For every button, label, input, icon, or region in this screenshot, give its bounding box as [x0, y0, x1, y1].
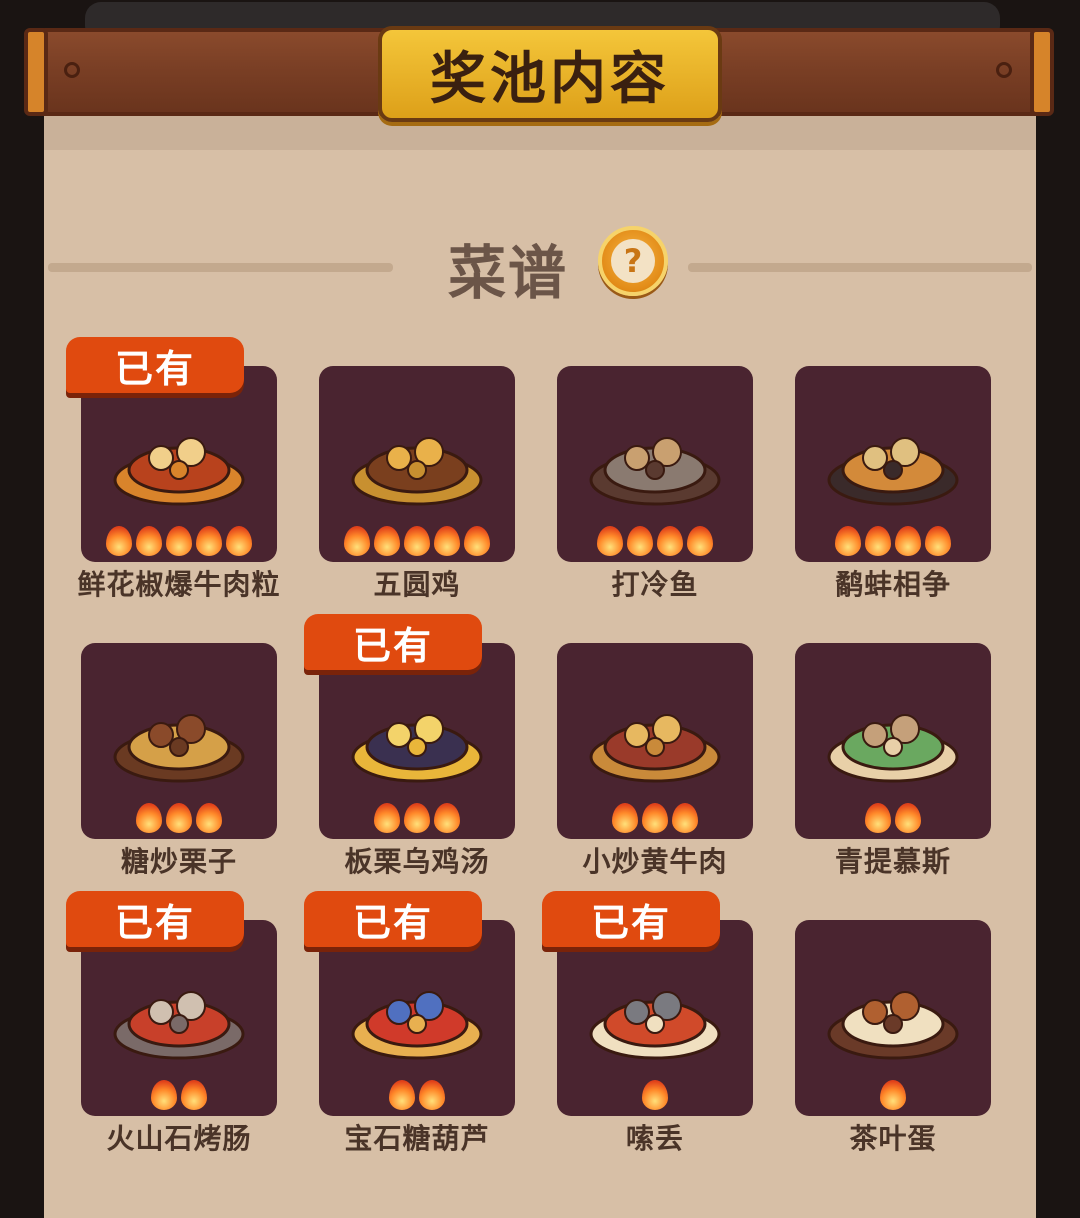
recipe-name: 茶叶蛋	[849, 1122, 937, 1155]
flame-icon	[196, 803, 222, 833]
recipe-name: 鲜花椒爆牛肉粒	[77, 568, 281, 601]
owned-badge: 已有	[304, 614, 482, 670]
flame-icon	[136, 526, 162, 556]
recipe-card[interactable]	[319, 643, 515, 839]
recipe-name: 火山石烤肠	[106, 1122, 252, 1155]
recipe-card[interactable]	[795, 920, 991, 1116]
plank-end-right	[1030, 28, 1054, 116]
page-title: 奖池内容	[430, 46, 670, 112]
divider-right	[688, 263, 1032, 272]
flame-icon	[464, 526, 490, 556]
recipe-name: 青提慕斯	[834, 845, 951, 878]
flame-icon	[166, 803, 192, 833]
rating-flames	[319, 1080, 515, 1110]
flame-icon	[181, 1080, 207, 1110]
dish-image-icon	[827, 437, 959, 506]
flame-icon	[597, 526, 623, 556]
recipe-name: 板栗乌鸡汤	[344, 845, 490, 878]
rating-flames	[795, 803, 991, 833]
flame-icon	[895, 526, 921, 556]
help-button[interactable]: ?	[598, 226, 668, 296]
dish-image-icon	[827, 714, 959, 783]
flame-icon	[106, 526, 132, 556]
title-plate: 奖池内容	[378, 26, 722, 122]
flame-icon	[865, 803, 891, 833]
rating-flames	[795, 1080, 991, 1110]
recipe-name: 鹬蚌相争	[834, 568, 951, 601]
recipe-card[interactable]	[557, 920, 753, 1116]
flame-icon	[374, 526, 400, 556]
dish-image-icon	[113, 714, 245, 783]
flame-icon	[880, 1080, 906, 1110]
flame-icon	[136, 803, 162, 833]
question-icon: ?	[611, 239, 655, 283]
recipe-card[interactable]	[795, 366, 991, 562]
owned-badge: 已有	[542, 891, 720, 947]
recipe-card[interactable]	[557, 643, 753, 839]
recipe-card[interactable]	[795, 643, 991, 839]
rating-flames	[557, 803, 753, 833]
flame-icon	[404, 803, 430, 833]
rating-flames	[81, 526, 277, 556]
recipe-card[interactable]	[319, 366, 515, 562]
owned-badge: 已有	[66, 337, 244, 393]
dish-image-icon	[351, 991, 483, 1060]
recipe-name: 嗦丢	[625, 1122, 684, 1155]
recipe-card[interactable]	[81, 366, 277, 562]
rating-flames	[319, 526, 515, 556]
dish-image-icon	[113, 437, 245, 506]
recipe-name: 小炒黄牛肉	[582, 845, 728, 878]
flame-icon	[835, 526, 861, 556]
flame-icon	[895, 803, 921, 833]
owned-badge: 已有	[66, 891, 244, 947]
recipe-card[interactable]	[81, 643, 277, 839]
flame-icon	[627, 526, 653, 556]
flame-icon	[151, 1080, 177, 1110]
dish-image-icon	[827, 991, 959, 1060]
flame-icon	[166, 526, 192, 556]
flame-icon	[687, 526, 713, 556]
flame-icon	[672, 803, 698, 833]
rating-flames	[81, 803, 277, 833]
recipe-name: 糖炒栗子	[120, 845, 237, 878]
rating-flames	[557, 1080, 753, 1110]
recipe-card[interactable]	[557, 366, 753, 562]
flame-icon	[419, 1080, 445, 1110]
flame-icon	[226, 526, 252, 556]
flame-icon	[374, 803, 400, 833]
rating-flames	[81, 1080, 277, 1110]
dish-image-icon	[351, 714, 483, 783]
dish-image-icon	[589, 714, 721, 783]
flame-icon	[657, 526, 683, 556]
flame-icon	[642, 803, 668, 833]
recipe-name: 宝石糖葫芦	[344, 1122, 490, 1155]
divider-left	[48, 263, 393, 272]
flame-icon	[612, 803, 638, 833]
recipe-card[interactable]	[81, 920, 277, 1116]
flame-icon	[389, 1080, 415, 1110]
flame-icon	[434, 803, 460, 833]
recipe-card[interactable]	[319, 920, 515, 1116]
rating-flames	[795, 526, 991, 556]
plank-end-left	[24, 28, 48, 116]
flame-icon	[865, 526, 891, 556]
dish-image-icon	[589, 437, 721, 506]
flame-icon	[642, 1080, 668, 1110]
owned-badge: 已有	[304, 891, 482, 947]
nail-icon	[996, 62, 1012, 78]
flame-icon	[404, 526, 430, 556]
recipe-name: 打冷鱼	[611, 568, 699, 601]
rating-flames	[319, 803, 515, 833]
flame-icon	[344, 526, 370, 556]
recipe-name: 五圆鸡	[373, 568, 461, 601]
dish-image-icon	[589, 991, 721, 1060]
section-title: 菜谱	[448, 239, 569, 307]
flame-icon	[434, 526, 460, 556]
dish-image-icon	[351, 437, 483, 506]
flame-icon	[925, 526, 951, 556]
nail-icon	[64, 62, 80, 78]
rating-flames	[557, 526, 753, 556]
flame-icon	[196, 526, 222, 556]
dish-image-icon	[113, 991, 245, 1060]
